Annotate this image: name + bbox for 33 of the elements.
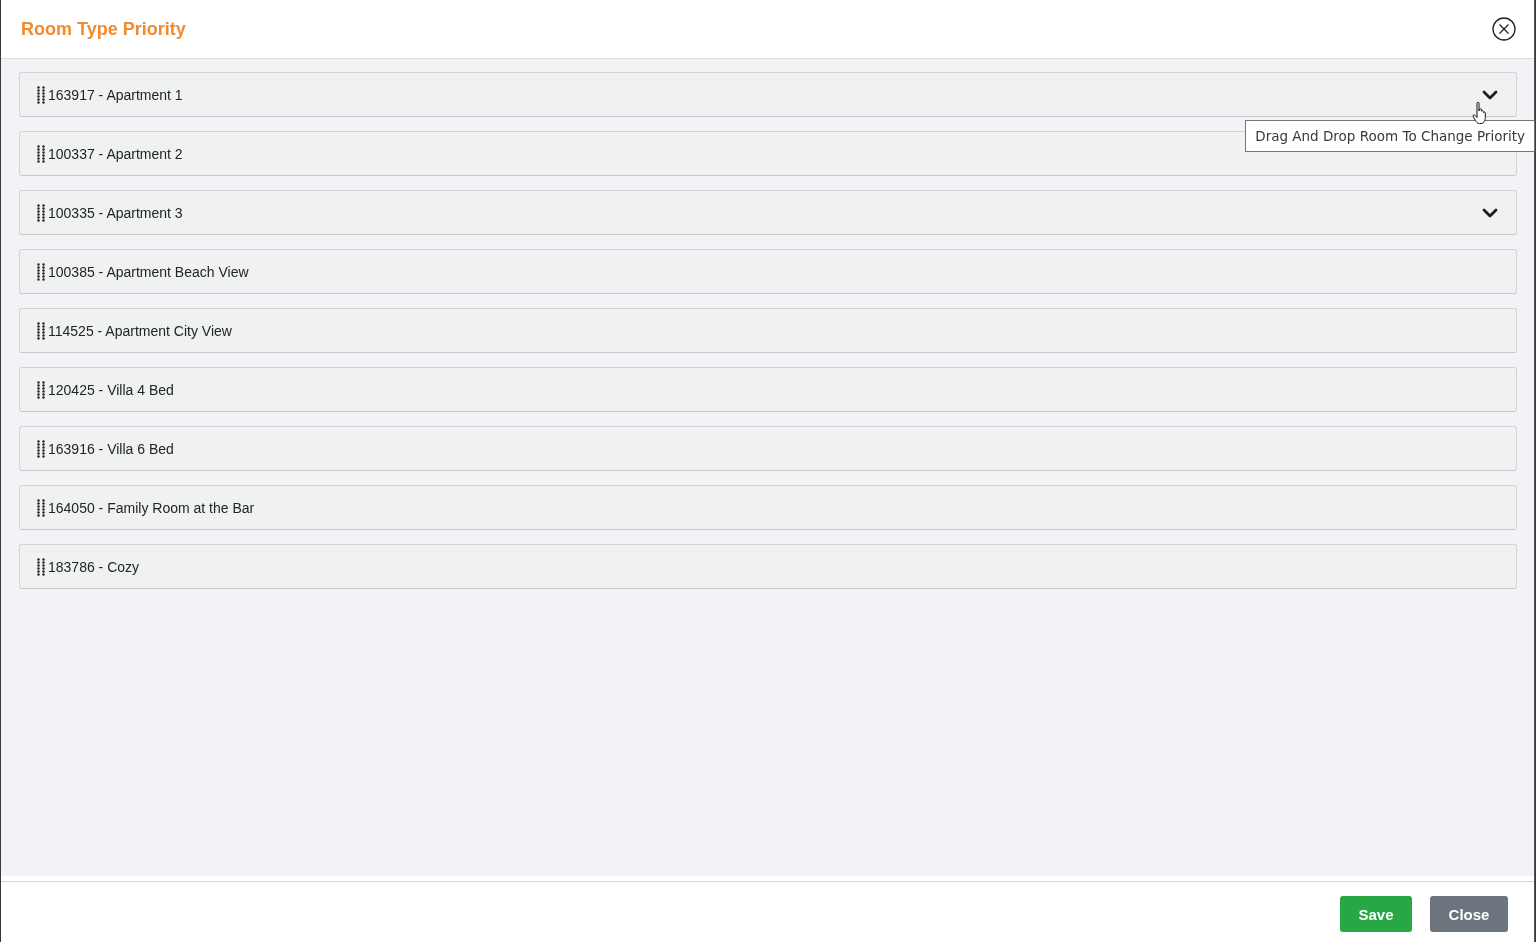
room-type-name: 163917 - Apartment 1 [48, 86, 183, 103]
drag-handle-icon[interactable] [37, 262, 45, 281]
room-type-name: 183786 - Cozy [48, 558, 140, 575]
room-type-row[interactable]: 163916 - Villa 6 Bed [19, 426, 1517, 471]
room-type-row[interactable]: 183786 - Cozy [19, 544, 1517, 589]
drag-handle-icon[interactable] [37, 321, 45, 340]
hand-pointer-icon [1472, 101, 1488, 125]
room-type-name: 120425 - Villa 4 Bed [48, 381, 174, 398]
drag-handle-icon[interactable] [37, 557, 45, 576]
chevron-down-icon[interactable] [1482, 89, 1498, 100]
room-type-row[interactable]: 164050 - Family Room at the Bar [19, 485, 1517, 530]
dialog-title: Room Type Priority [21, 18, 186, 40]
drag-handle-icon[interactable] [37, 203, 45, 222]
room-type-row[interactable]: 120425 - Villa 4 Bed [19, 367, 1517, 412]
room-type-name: 164050 - Family Room at the Bar [48, 499, 255, 516]
drag-handle-icon[interactable] [37, 498, 45, 517]
room-type-name: 100385 - Apartment Beach View [48, 263, 249, 280]
room-type-row[interactable]: 100335 - Apartment 3 [19, 190, 1517, 235]
room-type-name: 163916 - Villa 6 Bed [48, 440, 174, 457]
drag-handle-icon[interactable] [37, 144, 45, 163]
drag-handle-icon[interactable] [37, 85, 45, 104]
close-icon[interactable] [1492, 17, 1516, 41]
drag-handle-icon[interactable] [37, 439, 45, 458]
room-type-name: 100337 - Apartment 2 [48, 145, 183, 162]
room-type-row[interactable]: 114525 - Apartment City View [19, 308, 1517, 353]
close-button[interactable]: Close [1430, 896, 1508, 932]
room-type-row[interactable]: 163917 - Apartment 1 [19, 72, 1517, 117]
room-type-row[interactable]: 100385 - Apartment Beach View [19, 249, 1517, 294]
chevron-down-icon[interactable] [1482, 207, 1498, 218]
room-type-name: 100335 - Apartment 3 [48, 204, 183, 221]
tooltip: Drag And Drop Room To Change Priority [1245, 120, 1535, 152]
room-type-name: 114525 - Apartment City View [48, 322, 232, 339]
drag-handle-icon[interactable] [37, 380, 45, 399]
